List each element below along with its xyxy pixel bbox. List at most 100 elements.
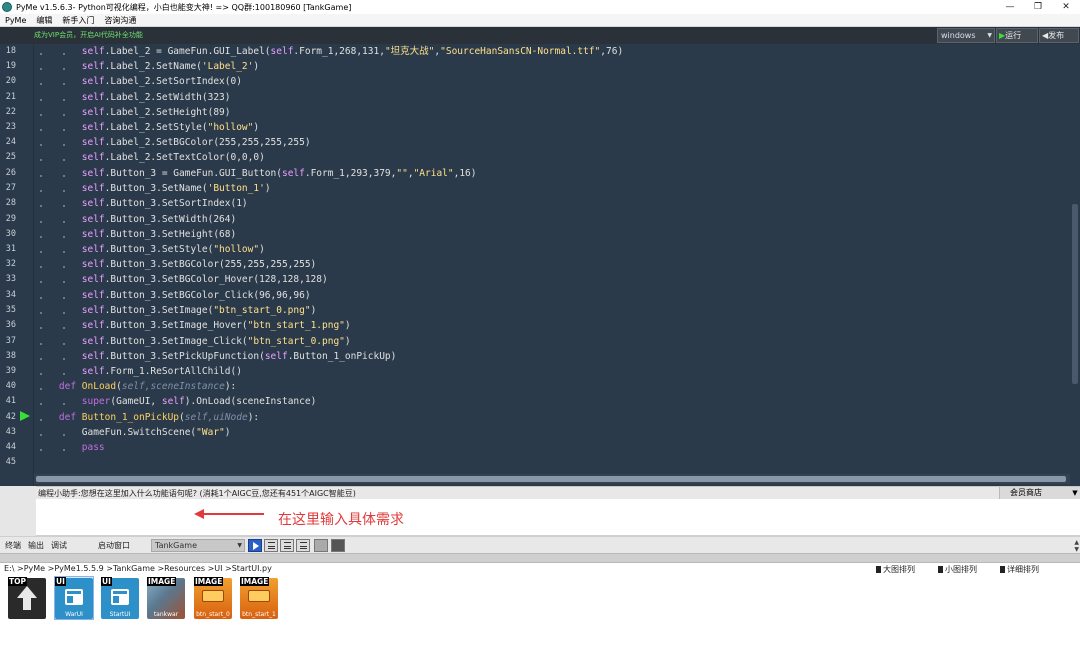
indent-guide bbox=[40, 358, 42, 360]
indent-guide bbox=[63, 403, 65, 405]
play-icon bbox=[253, 542, 259, 550]
panel-splitter[interactable] bbox=[0, 553, 1080, 563]
indent-guide bbox=[63, 99, 65, 101]
toolbar: 成为VIP会员，开启AI代码补全功能 windows ▼ ▶运行 ◀发布 bbox=[0, 27, 1080, 44]
code-line: self.Button_3.SetHeight(68) bbox=[81, 229, 237, 240]
indent-guide bbox=[63, 358, 65, 360]
line-number: 42 bbox=[5, 412, 16, 422]
file-tile-btn-start-1[interactable]: IMAGE btn_start_1 bbox=[240, 577, 278, 619]
view-details[interactable]: 详细排列 bbox=[1000, 564, 1039, 575]
close-button[interactable]: ✕ bbox=[1052, 0, 1080, 14]
indent-guide bbox=[63, 205, 65, 207]
line-number: 43 bbox=[5, 427, 16, 437]
code-area[interactable]: self.Label_2 = GameFun.GUI_Label(self.Fo… bbox=[36, 44, 1068, 474]
vertical-scrollbar[interactable] bbox=[1070, 44, 1080, 474]
align-right-button[interactable] bbox=[296, 539, 310, 552]
indent-guide bbox=[63, 297, 65, 299]
line-number: 28 bbox=[5, 198, 16, 208]
indent-guide bbox=[63, 53, 65, 55]
menu-edit[interactable]: 编辑 bbox=[31, 15, 57, 26]
button-image-icon bbox=[248, 590, 270, 602]
menu-consult[interactable]: 咨询沟通 bbox=[99, 15, 141, 26]
line-number: 44 bbox=[5, 442, 16, 452]
code-line: self.Label_2.SetBGColor(255,255,255,255) bbox=[81, 137, 311, 148]
code-line: pass bbox=[81, 442, 105, 453]
indent-guide bbox=[40, 449, 42, 451]
indent-guide bbox=[40, 83, 42, 85]
menu-beginner[interactable]: 新手入门 bbox=[57, 15, 99, 26]
bottom-tabs-bar: 终端 输出 调试 启动窗口 TankGame ▼ ▲ ▼ bbox=[0, 536, 1080, 553]
file-tile-warui[interactable]: UI WarUI bbox=[54, 576, 94, 620]
start-scene-select[interactable]: TankGame ▼ bbox=[151, 539, 245, 552]
indent-guide bbox=[63, 236, 65, 238]
indent-guide bbox=[40, 403, 42, 405]
indent-guide bbox=[40, 434, 42, 436]
code-line: self.Button_3.SetImage_Hover("btn_start_… bbox=[81, 320, 351, 331]
view-small-icons[interactable]: 小图排列 bbox=[938, 564, 977, 575]
indent-guide bbox=[40, 99, 42, 101]
file-tile-startui[interactable]: UI StartUI bbox=[101, 577, 139, 619]
tab-terminal[interactable]: 终端 bbox=[5, 540, 21, 551]
tool-button[interactable] bbox=[331, 539, 345, 552]
code-line: self.Button_3.SetBGColor_Hover(128,128,1… bbox=[81, 274, 328, 285]
tab-output[interactable]: 输出 bbox=[28, 540, 44, 551]
vip-promo-link[interactable]: 成为VIP会员，开启AI代码补全功能 bbox=[34, 30, 143, 40]
file-tile-btn-start-0[interactable]: IMAGE btn_start_0 bbox=[194, 577, 232, 619]
code-line: def Button_1_onPickUp(self,uiNode): bbox=[58, 412, 260, 423]
indent-guide bbox=[63, 114, 65, 116]
window-title: PyMe v1.5.6.3- Python可视化编程，小白也能变大神! => Q… bbox=[16, 2, 352, 12]
code-line: self.Button_3.SetName('Button_1') bbox=[81, 183, 271, 194]
indent-guide bbox=[40, 388, 42, 390]
tile-name: btn_start_0 bbox=[196, 611, 230, 618]
align-center-button[interactable] bbox=[280, 539, 294, 552]
run-button[interactable]: ▶运行 bbox=[996, 28, 1038, 43]
vertical-scroll-thumb[interactable] bbox=[1072, 204, 1078, 384]
file-tile-tankwar[interactable]: IMAGE tankwar bbox=[147, 577, 185, 619]
file-tile-up[interactable]: TOP bbox=[8, 577, 46, 619]
line-number: 35 bbox=[5, 305, 16, 315]
up-arrow-icon bbox=[17, 586, 37, 598]
collapse-arrow-icon[interactable]: ▼ bbox=[1070, 487, 1080, 499]
indent-guide bbox=[63, 144, 65, 146]
line-number-gutter: 18 19 20 21 22 23 24 25 26 27 28 29 30 31 32 33 34 35 36 37… bbox=[0, 44, 34, 486]
align-left-button[interactable] bbox=[264, 539, 278, 552]
member-shop-button[interactable]: 会员商店 bbox=[999, 487, 1080, 499]
platform-select[interactable]: windows ▼ bbox=[937, 28, 995, 43]
line-number: 33 bbox=[5, 274, 16, 284]
member-shop-label: 会员商店 bbox=[1010, 488, 1042, 497]
publish-label: 发布 bbox=[1048, 31, 1065, 40]
title-bar: PyMe v1.5.6.3- Python可视化编程，小白也能变大神! => Q… bbox=[0, 0, 1080, 14]
up-arrow-stem bbox=[23, 598, 31, 610]
panel-scroll-arrows-icon[interactable]: ▲ ▼ bbox=[1074, 539, 1079, 553]
assistant-input[interactable] bbox=[36, 499, 1080, 536]
tool-button[interactable] bbox=[314, 539, 328, 552]
menu-bar: PyMe 编辑 新手入门 咨询沟通 bbox=[0, 14, 1080, 27]
indent-guide bbox=[63, 221, 65, 223]
line-number: 29 bbox=[5, 214, 16, 224]
publish-button[interactable]: ◀发布 bbox=[1039, 28, 1079, 43]
line-number: 24 bbox=[5, 137, 16, 147]
window-controls: — ❐ ✕ bbox=[996, 0, 1080, 14]
tile-type-label: TOP bbox=[8, 577, 27, 586]
tile-type-label: IMAGE bbox=[194, 577, 224, 586]
code-line: self.Label_2.SetName('Label_2') bbox=[81, 61, 260, 72]
indent-guide bbox=[63, 175, 65, 177]
code-line: self.Label_2 = GameFun.GUI_Label(self.Fo… bbox=[81, 46, 624, 57]
line-number: 23 bbox=[5, 122, 16, 132]
maximize-button[interactable]: ❐ bbox=[1024, 0, 1052, 14]
indent-guide bbox=[40, 114, 42, 116]
menu-pyme[interactable]: PyMe bbox=[0, 16, 31, 25]
horizontal-scrollbar[interactable] bbox=[34, 474, 1070, 484]
indent-guide bbox=[40, 373, 42, 375]
code-line: self.Button_3.SetSortIndex(1) bbox=[81, 198, 248, 209]
indent-guide bbox=[40, 251, 42, 253]
tab-debug[interactable]: 调试 bbox=[51, 540, 67, 551]
view-large-icons[interactable]: 大图排列 bbox=[876, 564, 915, 575]
horizontal-scroll-thumb[interactable] bbox=[36, 476, 1066, 482]
indent-guide bbox=[40, 236, 42, 238]
code-editor[interactable]: 18 19 20 21 22 23 24 25 26 27 28 29 30 31 32 33 34 35 36 37… bbox=[0, 44, 1080, 486]
run-scene-button[interactable] bbox=[248, 539, 262, 552]
line-number: 37 bbox=[5, 336, 16, 346]
minimize-button[interactable]: — bbox=[996, 0, 1024, 14]
current-line-arrow-icon bbox=[20, 411, 30, 421]
